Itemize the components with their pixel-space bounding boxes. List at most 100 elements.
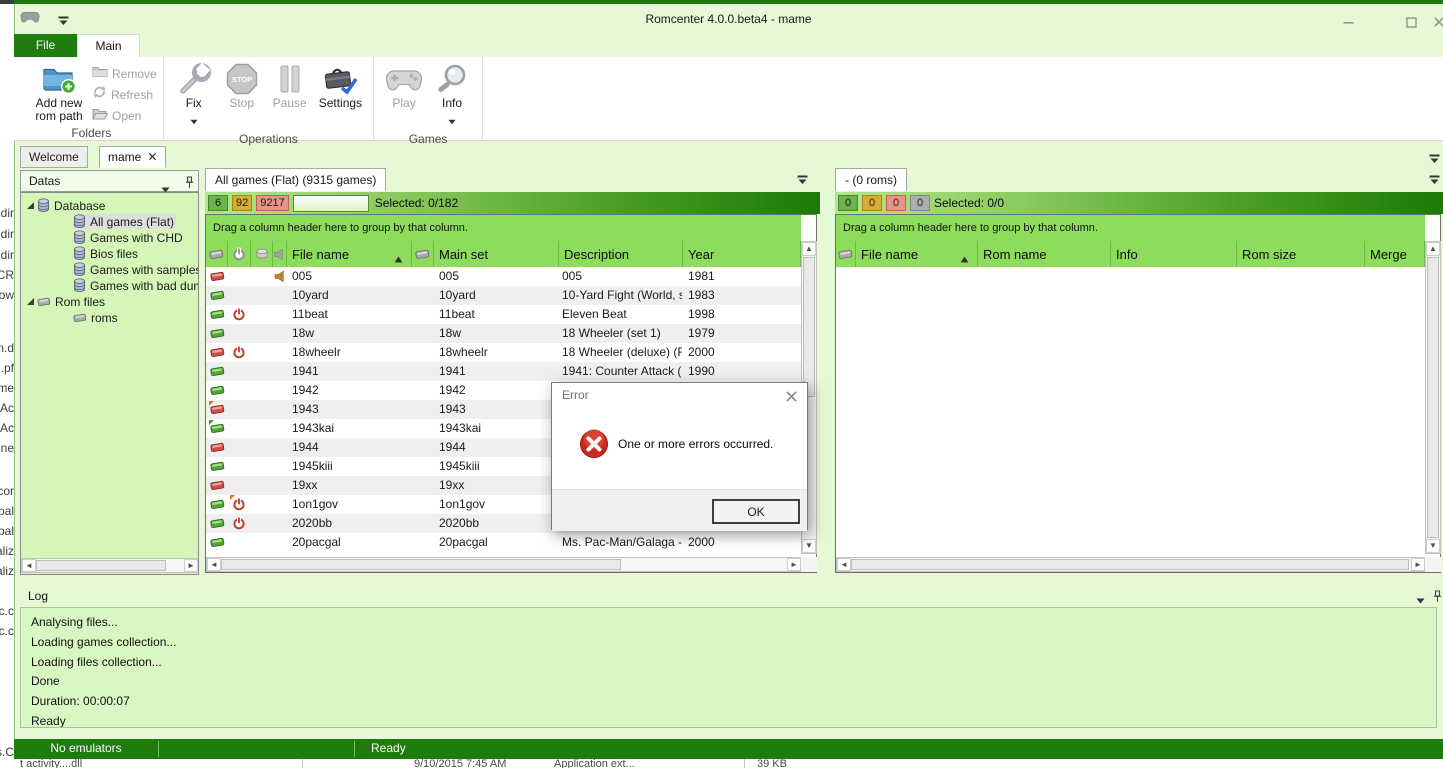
game-row-18wheelr[interactable]: 18wheelr18wheelr18 Wheeler (deluxe) (R..… — [206, 343, 801, 362]
roms-hscrollbar[interactable]: ◄► — [836, 557, 1425, 572]
chevron-down-icon[interactable] — [190, 112, 198, 130]
scroll-thumb[interactable] — [36, 560, 166, 571]
close-button[interactable] — [1430, 14, 1443, 30]
ribbon-tab-main[interactable]: Main — [77, 34, 140, 57]
scrollbar-corner — [1425, 557, 1441, 572]
tree-item-games-with-chd[interactable]: Games with CHD — [21, 229, 198, 246]
ribbon-group-label: Operations — [170, 132, 367, 147]
scroll-down-button[interactable]: ▼ — [1426, 539, 1440, 553]
column-header-main-set[interactable]: Main set — [434, 241, 559, 267]
tree-item-rom-files[interactable]: Rom files — [21, 293, 198, 310]
tab-mame[interactable]: mame — [99, 146, 166, 168]
column-header-rom-size[interactable]: Rom size — [1237, 241, 1365, 267]
dialog-close-icon[interactable] — [783, 388, 799, 404]
maximize-button[interactable] — [1402, 14, 1420, 30]
minimize-button[interactable] — [1339, 14, 1357, 30]
tree-item-games-with-samples[interactable]: Games with samples — [21, 261, 198, 278]
column-header-rom-name[interactable]: Rom name — [978, 241, 1111, 267]
column-header-info[interactable]: Info — [1111, 241, 1237, 267]
count-badge-green: 0 — [838, 195, 858, 211]
count-badge-gray: 0 — [910, 195, 930, 211]
status-emulators: No emulators — [14, 741, 158, 755]
games-filter-input[interactable] — [293, 195, 369, 212]
tree-item-roms[interactable]: roms — [21, 309, 198, 326]
tree-item-all-games-flat-[interactable]: All games (Flat) — [21, 213, 198, 230]
scroll-thumb[interactable] — [851, 559, 1409, 570]
column-header-merge[interactable]: Merge — [1365, 241, 1425, 267]
database-icon — [73, 278, 86, 293]
scroll-thumb[interactable] — [221, 559, 621, 570]
column-header-description[interactable]: Description — [559, 241, 683, 267]
game-row-11beat[interactable]: 11beat11beatEleven Beat1998 — [206, 305, 801, 324]
cell-year: 1979 — [688, 324, 748, 343]
info-button[interactable]: Info — [428, 59, 476, 132]
roms-stats-bar: 0000 Selected: 0/0 — [835, 192, 1443, 214]
game-row-18w[interactable]: 18w18w18 Wheeler (set 1)1979 — [206, 324, 801, 343]
fix-button[interactable]: Fix — [170, 59, 218, 132]
cell-main: 19xx — [439, 476, 557, 495]
roms-vscrollbar[interactable]: ▲▼ — [1425, 241, 1441, 554]
pause-icon — [275, 61, 305, 97]
game-row-1941[interactable]: 194119411941: Counter Attack (...1990 — [206, 362, 801, 381]
pin-icon[interactable] — [1432, 590, 1443, 606]
game-row-20pacgal[interactable]: 20pacgal20pacgalMs. Pac-Man/Galaga -...2… — [206, 533, 801, 552]
games-panel-tab[interactable]: All games (Flat) (9315 games) — [205, 168, 386, 191]
column-header-file-name[interactable]: File name — [287, 241, 412, 267]
ribbon-group-operations: FixSTOPStopPauseSettingsOperations — [164, 57, 374, 140]
roms-panel-menu-icon[interactable] — [1429, 172, 1440, 190]
tree-item-database[interactable]: Database — [21, 197, 198, 214]
close-tab-icon[interactable] — [148, 147, 157, 168]
column-header[interactable] — [412, 241, 434, 267]
settings-button[interactable]: Settings — [314, 59, 367, 112]
tab-label: Welcome — [29, 150, 79, 164]
chevron-down-icon[interactable] — [448, 112, 456, 130]
add-new-rom-path-button[interactable]: Add new rom path — [26, 59, 92, 125]
column-header-file-name[interactable]: File name — [856, 241, 978, 267]
cell-year: 1981 — [688, 267, 748, 286]
cell-file: 1943 — [292, 400, 410, 419]
column-header[interactable] — [836, 241, 856, 267]
tree-hscrollbar[interactable]: ◄► — [21, 558, 198, 573]
scroll-right-button[interactable]: ► — [184, 559, 198, 572]
scroll-down-button[interactable]: ▼ — [802, 539, 816, 553]
tree-item-games-with-bad-dumps[interactable]: Games with bad dumps — [21, 277, 198, 294]
column-header[interactable] — [251, 241, 273, 267]
games-panel-menu-icon[interactable] — [797, 172, 808, 190]
cell-main: 1941 — [439, 362, 557, 381]
cell-file: 11beat — [292, 305, 410, 324]
scroll-up-button[interactable]: ▲ — [802, 242, 816, 256]
game-row-005[interactable]: 0050050051981 — [206, 267, 801, 286]
scroll-right-button[interactable]: ► — [1411, 558, 1425, 571]
ribbon-tab-file[interactable]: File — [14, 34, 77, 57]
column-header-year[interactable]: Year — [683, 241, 801, 267]
game-row-10yard[interactable]: 10yard10yard10-Yard Fight (World, s...19… — [206, 286, 801, 305]
cell-file: 1945kiii — [292, 457, 410, 476]
column-header[interactable] — [273, 241, 287, 267]
games-hscrollbar[interactable]: ◄► — [206, 557, 801, 572]
column-header[interactable] — [206, 241, 228, 267]
chevron-down-icon[interactable] — [1416, 593, 1425, 607]
column-header[interactable] — [228, 241, 251, 267]
scroll-right-button[interactable]: ► — [787, 558, 801, 571]
expander-icon[interactable] — [27, 298, 34, 305]
scroll-thumb[interactable] — [803, 257, 815, 397]
cell-main: 10yard — [439, 286, 557, 305]
tabstrip-menu-icon[interactable] — [1429, 151, 1440, 169]
scroll-left-button[interactable]: ◄ — [207, 558, 221, 571]
tree-item-bios-files[interactable]: Bios files — [21, 245, 198, 262]
background-text-fragment: dir — [0, 227, 14, 241]
scroll-thumb[interactable] — [1427, 257, 1439, 538]
pause-button: Pause — [266, 59, 314, 112]
status-ready: Ready — [371, 741, 406, 755]
tab-welcome[interactable]: Welcome — [20, 146, 88, 168]
scroll-up-button[interactable]: ▲ — [1426, 242, 1440, 256]
roms-panel-tab[interactable]: - (0 roms) — [835, 168, 907, 191]
background-text-fragment: pal — [0, 524, 14, 538]
ok-button[interactable]: OK — [712, 499, 800, 524]
ribbon-group-label: Games — [380, 132, 476, 147]
expander-icon[interactable] — [27, 202, 34, 209]
scroll-left-button[interactable]: ◄ — [837, 558, 851, 571]
scroll-left-button[interactable]: ◄ — [22, 559, 36, 572]
background-text-fragment: me — [0, 381, 14, 395]
background-file-cell: Application ext... — [554, 758, 635, 768]
